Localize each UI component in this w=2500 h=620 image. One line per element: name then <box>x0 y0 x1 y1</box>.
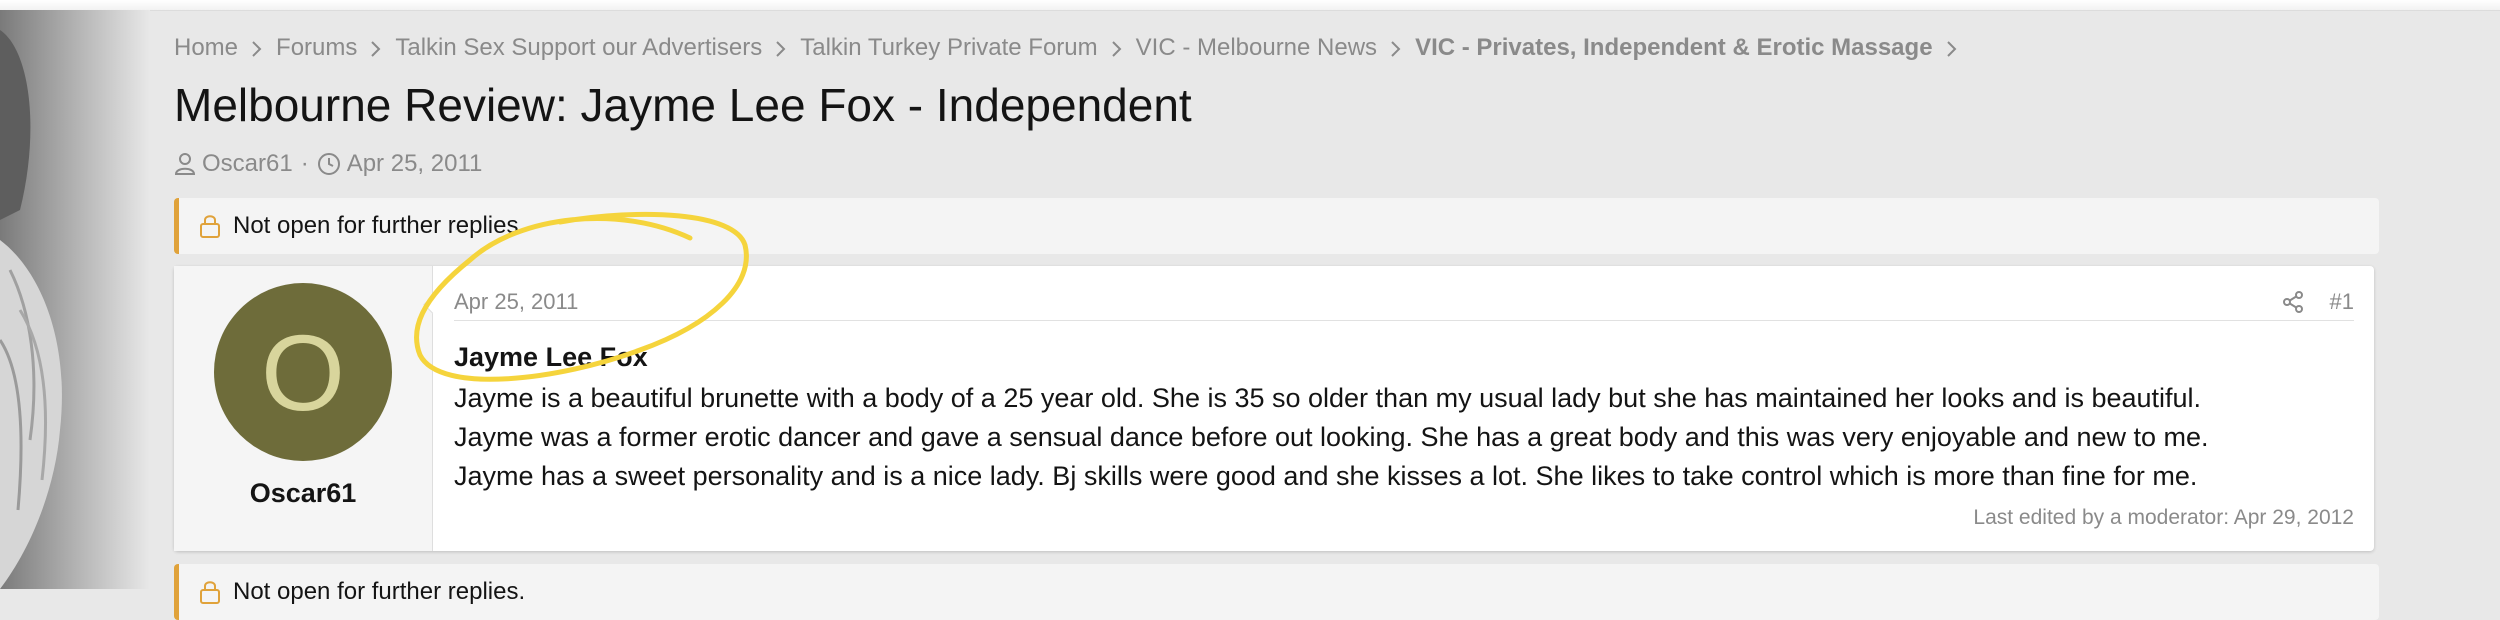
post-date[interactable]: Apr 25, 2011 <box>454 289 578 315</box>
top-strip <box>0 0 2500 11</box>
thread-meta: Oscar61 · Apr 25, 2011 <box>174 148 482 180</box>
share-icon[interactable] <box>2282 291 2304 313</box>
breadcrumb-home[interactable]: Home <box>174 34 238 62</box>
chevron-right-icon <box>1933 34 1971 62</box>
post-user-cell: O Oscar61 <box>174 266 433 551</box>
post-text-line: Jayme has a sweet personality and is a n… <box>454 461 2198 491</box>
chevron-right-icon <box>357 34 395 62</box>
thread-date[interactable]: Apr 25, 2011 <box>317 150 483 178</box>
chevron-right-icon <box>238 34 276 62</box>
thread-author[interactable]: Oscar61 <box>174 150 293 178</box>
thread-date-text: Apr 25, 2011 <box>346 150 483 177</box>
lock-icon <box>199 579 221 605</box>
post-username[interactable]: Oscar61 <box>174 478 432 509</box>
breadcrumb-vic-melbourne-news[interactable]: VIC - Melbourne News <box>1136 34 1377 62</box>
closed-notice-bottom: Not open for further replies. <box>174 564 2379 620</box>
breadcrumb-vic-privates[interactable]: VIC - Privates, Independent & Erotic Mas… <box>1415 34 1932 62</box>
post: O Oscar61 Apr 25, 2011 #1 Jayme Lee Fox … <box>174 266 2374 551</box>
post-actions: #1 <box>2282 289 2354 315</box>
closed-notice: Not open for further replies. <box>174 198 2379 254</box>
chevron-right-icon <box>762 34 800 62</box>
post-number[interactable]: #1 <box>2330 289 2354 315</box>
breadcrumb-talkin-turkey[interactable]: Talkin Turkey Private Forum <box>800 34 1097 62</box>
closed-notice-text: Not open for further replies. <box>233 578 526 605</box>
lock-icon <box>199 213 221 239</box>
post-header: Apr 25, 2011 #1 <box>454 284 2354 321</box>
user-icon <box>174 152 202 176</box>
background-photo <box>0 10 150 589</box>
post-text-line: Jayme was a former erotic dancer and gav… <box>454 422 2209 452</box>
post-body: Jayme Lee Fox Jayme is a beautiful brune… <box>454 342 2354 496</box>
breadcrumb-talkin-sex-support[interactable]: Talkin Sex Support our Advertisers <box>395 34 762 62</box>
post-subject: Jayme Lee Fox <box>454 342 648 372</box>
breadcrumb: Home Forums Talkin Sex Support our Adver… <box>174 30 1971 66</box>
avatar[interactable]: O <box>214 283 392 461</box>
breadcrumb-forums[interactable]: Forums <box>276 34 357 62</box>
chevron-right-icon <box>1377 34 1415 62</box>
meta-separator: · <box>300 150 309 177</box>
clock-icon <box>317 152 347 176</box>
thread-author-name: Oscar61 <box>202 150 293 177</box>
post-text-line: Jayme is a beautiful brunette with a bod… <box>454 383 2202 413</box>
closed-notice-text: Not open for further replies. <box>233 212 526 239</box>
page-title: Melbourne Review: Jayme Lee Fox - Indepe… <box>174 79 1192 131</box>
last-edited-note: Last edited by a moderator: Apr 29, 2012 <box>1973 506 2354 529</box>
chevron-right-icon <box>1098 34 1136 62</box>
